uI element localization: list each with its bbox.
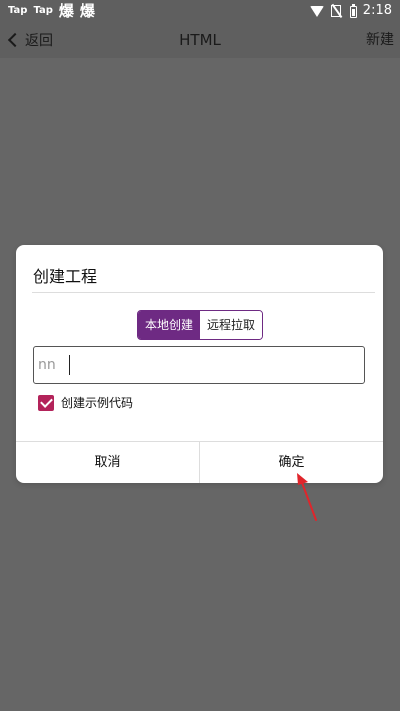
checkbox-checked-icon[interactable] bbox=[38, 394, 54, 411]
tap-app-icon: Tap bbox=[8, 5, 28, 16]
checkbox-label: 创建示例代码 bbox=[61, 396, 134, 410]
back-button[interactable]: 返回 bbox=[6, 22, 53, 58]
status-right: 2:18 bbox=[309, 2, 392, 20]
new-button[interactable]: 新建 bbox=[366, 22, 394, 58]
tap-app-icon: Tap bbox=[33, 5, 53, 16]
chevron-left-icon bbox=[7, 32, 23, 48]
create-project-dialog: 创建工程 本地创建 远程拉取 创建示例代码 取消 确定 bbox=[16, 245, 383, 483]
tab-remote-pull[interactable]: 远程拉取 bbox=[200, 311, 262, 339]
app-toolbar: 返回 HTML 新建 bbox=[0, 22, 400, 58]
dialog-title: 创建工程 bbox=[33, 267, 98, 286]
red-arrow-icon bbox=[297, 473, 317, 521]
sample-code-option[interactable]: 创建示例代码 bbox=[38, 394, 133, 411]
text-caret bbox=[69, 355, 70, 375]
source-tabs: 本地创建 远程拉取 bbox=[137, 310, 263, 340]
status-left-icons: Tap Tap 爆 爆 bbox=[8, 2, 95, 20]
no-sim-icon bbox=[330, 4, 344, 18]
bao-app-icon: 爆 bbox=[58, 2, 74, 20]
cancel-button[interactable]: 取消 bbox=[16, 442, 199, 483]
bao-app-icon: 爆 bbox=[79, 2, 95, 20]
page-title: HTML bbox=[179, 31, 221, 49]
back-label: 返回 bbox=[25, 33, 53, 49]
tab-local-create[interactable]: 本地创建 bbox=[138, 311, 200, 339]
wifi-icon bbox=[309, 4, 324, 18]
project-name-input[interactable] bbox=[33, 346, 365, 384]
battery-icon bbox=[349, 3, 357, 18]
title-divider bbox=[32, 292, 375, 293]
status-bar: Tap Tap 爆 爆 2:18 bbox=[0, 0, 400, 22]
status-time: 2:18 bbox=[362, 3, 392, 18]
